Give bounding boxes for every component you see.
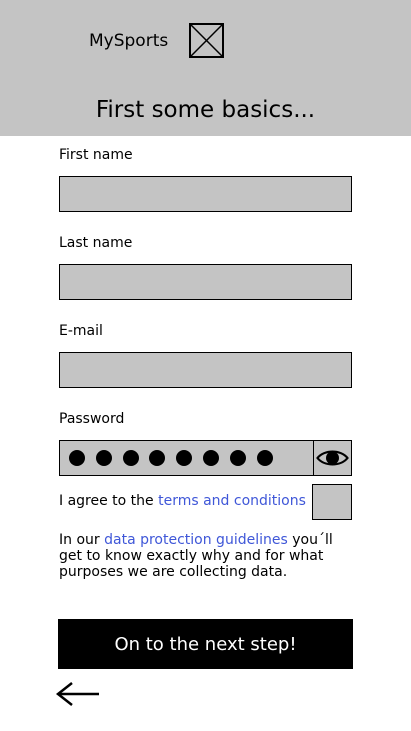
show-password-toggle[interactable]	[313, 440, 352, 476]
back-button[interactable]	[55, 680, 103, 708]
terms-agreement-text: I agree to the terms and conditions	[59, 492, 306, 510]
app-name: MySports	[89, 31, 169, 51]
first-name-label: First name	[59, 147, 133, 163]
privacy-notice: In our data protection guidelines you´ll…	[59, 532, 359, 580]
password-mask-dot	[229, 450, 246, 466]
eye-icon	[316, 450, 349, 466]
terms-link[interactable]: terms and conditions	[158, 493, 306, 509]
privacy-prefix: In our	[59, 532, 105, 548]
data-protection-link[interactable]: data protection guidelines	[104, 532, 288, 548]
last-name-label: Last name	[59, 235, 133, 251]
password-mask-dot	[256, 450, 273, 466]
header: MySports First some basics...	[0, 0, 411, 136]
image-placeholder-icon	[189, 23, 224, 58]
next-step-button[interactable]: On to the next step!	[58, 619, 353, 669]
password-mask-dot	[122, 450, 139, 466]
password-mask-dot	[176, 450, 193, 466]
password-mask-dot	[149, 450, 166, 466]
password-label: Password	[59, 411, 125, 427]
arrow-left-icon	[55, 682, 99, 706]
password-mask-dot	[69, 450, 85, 466]
last-name-input[interactable]	[59, 264, 352, 300]
terms-prefix: I agree to the	[59, 493, 159, 509]
page-title: First some basics...	[95, 97, 316, 123]
terms-checkbox[interactable]	[312, 484, 352, 520]
first-name-input[interactable]	[59, 176, 352, 212]
email-input[interactable]	[59, 352, 352, 388]
password-mask-dot	[202, 450, 219, 466]
password-input[interactable]	[59, 440, 314, 476]
password-mask-dot	[95, 450, 112, 466]
email-label: E-mail	[59, 323, 103, 339]
